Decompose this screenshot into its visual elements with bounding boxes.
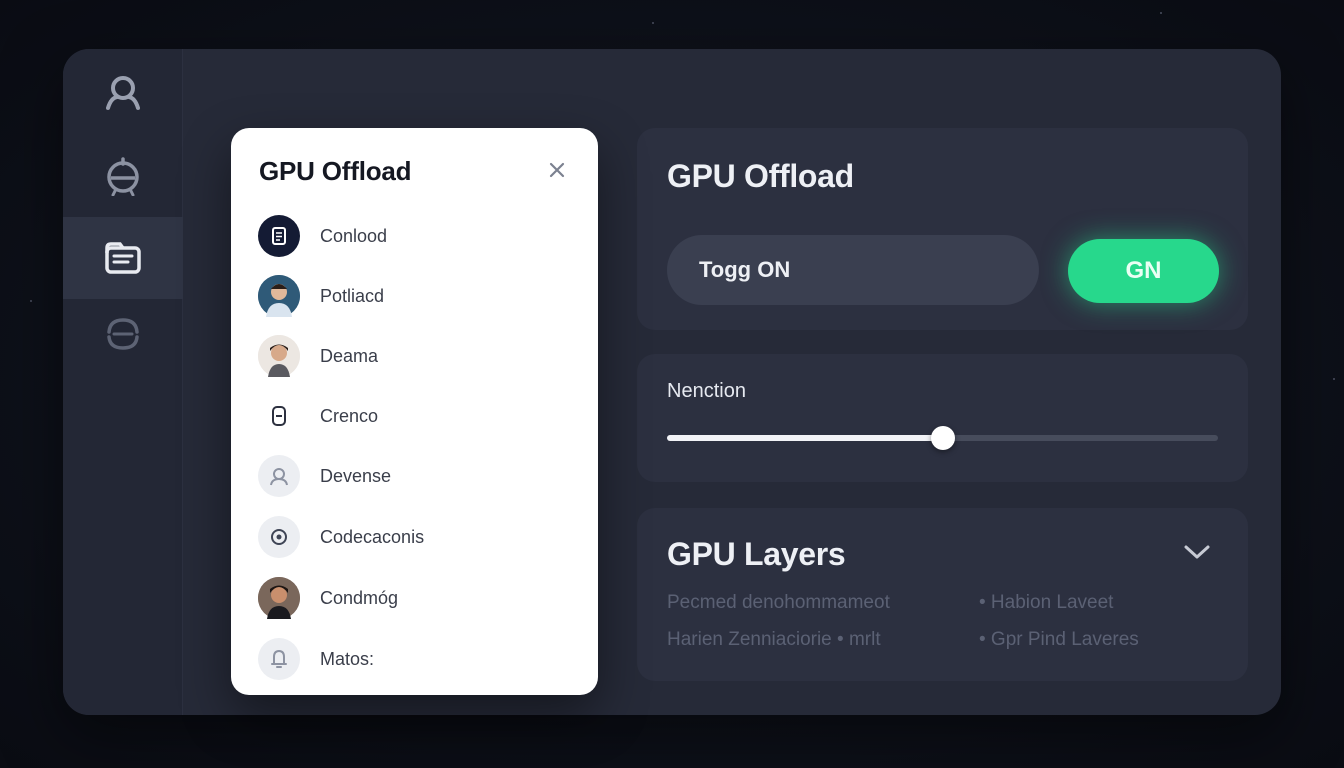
toggle-status-pill: Togg ON <box>667 235 1039 305</box>
slider-thumb[interactable] <box>930 426 955 450</box>
layer-line-right: • Gpr Pind Laveres <box>979 629 1139 650</box>
list-item[interactable]: Potliacd <box>258 274 568 318</box>
swirl-icon <box>104 315 142 353</box>
card-title: GPU Layers <box>667 536 846 572</box>
list-item[interactable]: Crenco <box>258 394 568 438</box>
layer-line-left: Harien Zenniaciorie • mrlt <box>667 629 881 650</box>
close-icon <box>548 161 566 184</box>
dialog-title: GPU Offload <box>259 156 412 186</box>
toggle-status-text: Togg ON <box>699 257 791 282</box>
sidebar-item-swirl[interactable] <box>63 293 183 375</box>
sidebar-item-folder[interactable] <box>63 217 183 299</box>
slider-card: Nenction <box>637 354 1248 482</box>
avatar <box>258 275 300 317</box>
list-item-label: Crenco <box>320 405 379 426</box>
layer-line-left: Pecmed denohommameot <box>667 592 890 613</box>
gpu-offload-card: GPU Offload Togg ON GN <box>637 128 1248 330</box>
list-item[interactable]: Matos: <box>258 637 568 681</box>
list-item-label: Deama <box>320 345 379 366</box>
folder-icon <box>104 239 142 277</box>
user-icon <box>258 455 300 497</box>
chevron-down-icon <box>1183 544 1211 565</box>
bell-icon <box>258 638 300 680</box>
list-item[interactable]: Devense <box>258 454 568 498</box>
list-item-label: Matos: <box>320 648 375 669</box>
avatar <box>258 335 300 377</box>
helmet-icon <box>103 156 143 196</box>
list-item-label: Devense <box>320 465 392 486</box>
sidebar <box>63 49 183 715</box>
list-item-label: Codecaconis <box>320 526 425 547</box>
document-icon <box>258 215 300 257</box>
battery-icon <box>258 395 300 437</box>
list-item-label: Condmóg <box>320 587 399 608</box>
list-item[interactable]: Codecaconis <box>258 515 568 559</box>
target-icon <box>258 516 300 558</box>
slider-fill <box>667 435 943 441</box>
gpu-toggle-button[interactable]: GN <box>1068 239 1219 303</box>
layer-line-right: • Habion Laveet <box>979 592 1114 613</box>
user-icon <box>103 72 143 112</box>
card-title: GPU Offload <box>667 158 854 194</box>
list-item-label: Conlood <box>320 225 388 246</box>
close-button[interactable] <box>543 158 571 186</box>
slider-track[interactable] <box>667 426 1218 450</box>
list-item-label: Potliacd <box>320 285 385 306</box>
slider-label: Nenction <box>667 380 746 402</box>
list-item[interactable]: Deama <box>258 334 568 378</box>
list-item[interactable]: Conlood <box>258 214 568 258</box>
gpu-offload-dialog: GPU Offload Conlood Potliacd Deama Crenc… <box>231 128 598 695</box>
avatar <box>258 577 300 619</box>
gpu-layers-card: GPU Layers Pecmed denohommameot • Habion… <box>637 508 1248 681</box>
sidebar-item-user[interactable] <box>63 51 183 133</box>
sidebar-item-helmet[interactable] <box>63 135 183 217</box>
list-item[interactable]: Condmóg <box>258 576 568 620</box>
expand-toggle[interactable] <box>1181 542 1213 566</box>
